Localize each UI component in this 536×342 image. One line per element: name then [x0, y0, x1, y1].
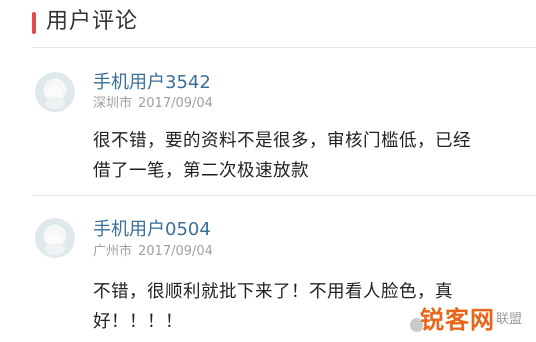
avatar-placeholder-icon	[45, 227, 65, 255]
comment-divider	[32, 195, 536, 196]
user-avatar[interactable]	[35, 218, 75, 258]
user-avatar[interactable]	[35, 72, 75, 112]
comment-username[interactable]: 手机用户3542	[93, 72, 211, 94]
comment-date: 2017/09/04	[138, 96, 213, 111]
comment-meta: 广州市 2017/09/04	[93, 244, 213, 260]
header-accent-bar	[32, 12, 36, 34]
comment-city: 广州市	[93, 244, 133, 259]
section-header: 用户评论	[0, 0, 536, 46]
comment-city: 深圳市	[93, 96, 133, 111]
comment-text: 很不错，要的资料不是很多，审核门槛低，已经借了一笔，第二次极速放款	[93, 131, 471, 181]
comment-username[interactable]: 手机用户0504	[93, 219, 211, 241]
watermark-sub: 联盟	[496, 312, 523, 327]
comment-date: 2017/09/04	[138, 244, 213, 259]
watermark: 锐客网 联盟	[410, 298, 536, 338]
watermark-brand: 锐客网	[420, 306, 495, 334]
header-divider	[32, 47, 536, 48]
avatar-placeholder-icon	[45, 81, 65, 109]
comment-meta: 深圳市 2017/09/04	[93, 96, 213, 112]
section-title: 用户评论	[46, 9, 139, 34]
